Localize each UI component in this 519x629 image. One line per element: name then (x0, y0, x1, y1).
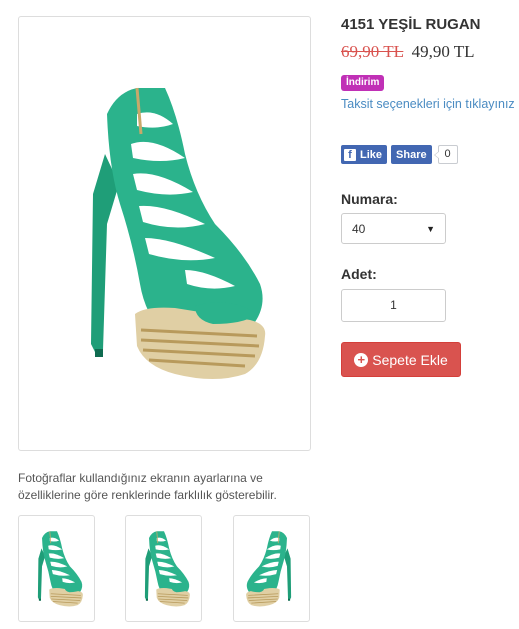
product-title: 4151 YEŞİL RUGAN (341, 16, 481, 33)
shoe-thumbnail-image (241, 527, 303, 611)
price-block: 69,90 TL 49,90 TL (341, 42, 475, 62)
product-main-image[interactable] (18, 16, 311, 451)
facebook-share-button[interactable]: Share (391, 145, 432, 164)
size-selected-value: 40 (352, 221, 366, 236)
photo-disclaimer: Fotoğraflar kullandığınız ekranın ayarla… (18, 471, 277, 502)
shoe-thumbnail-image (133, 527, 195, 611)
facebook-icon: f (344, 148, 356, 161)
size-select[interactable]: 40 ▼ (341, 213, 446, 244)
installment-link[interactable]: Taksit seçenekleri için tıklayınız (341, 97, 515, 111)
add-to-cart-label: Sepete Ekle (372, 351, 448, 368)
plus-circle-icon: + (354, 352, 369, 367)
thumbnail-1[interactable] (18, 515, 95, 622)
new-price: 49,90 TL (411, 42, 475, 61)
caret-down-icon: ▼ (426, 223, 435, 234)
shoe-thumbnail-image (26, 527, 88, 611)
quantity-input[interactable]: 1 (341, 289, 446, 322)
discount-badge: İndirim (341, 75, 385, 91)
thumbnail-2[interactable] (125, 515, 202, 622)
facebook-like-button[interactable]: f Like (341, 145, 388, 164)
size-label: Numara: (341, 191, 398, 207)
share-count: 0 (433, 145, 458, 164)
thumbnail-3[interactable] (233, 515, 310, 622)
old-price: 69,90 TL (341, 42, 404, 61)
shoe-image (45, 74, 285, 394)
share-label: Share (396, 148, 427, 161)
add-to-cart-button[interactable]: + Sepete Ekle (341, 342, 461, 377)
like-label: Like (360, 148, 383, 161)
quantity-label: Adet: (341, 266, 377, 282)
social-buttons: f Like Share 0 (341, 145, 458, 164)
